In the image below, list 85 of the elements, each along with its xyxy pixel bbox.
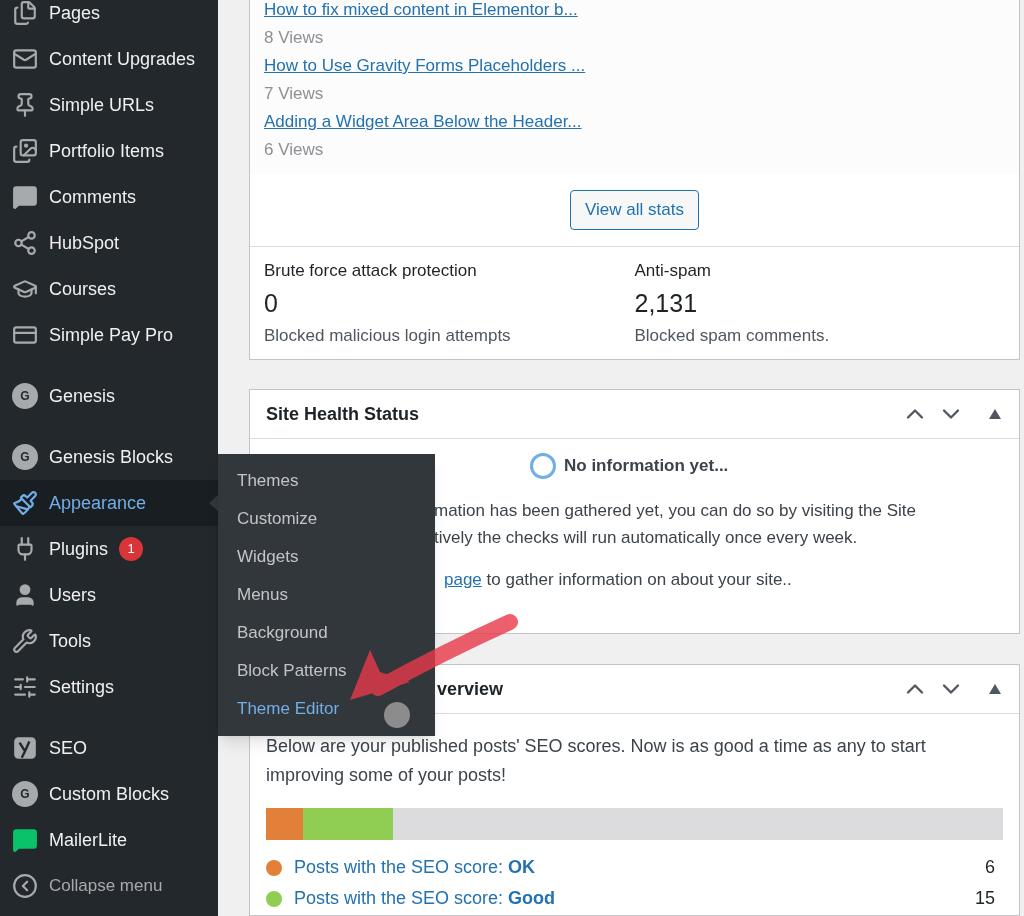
stat-value: 2,131 [634,288,699,319]
sidebar-item[interactable]: Courses [0,266,218,312]
sidebar-item[interactable]: Appearance [0,480,218,526]
sidebar-label: Courses [49,277,117,301]
wrench-icon [12,628,38,654]
sidebar-item[interactable]: G Genesis Blocks [0,434,218,480]
sidebar-label: Tools [49,629,92,653]
post-link[interactable]: Adding a Widget Area Below the Header... [264,108,1005,136]
nodes-icon [12,230,38,256]
sidebar-item[interactable]: G Genesis [0,373,218,419]
sidebar-item[interactable]: Tools [0,618,218,664]
stat-description: Blocked spam comments. [634,325,831,347]
page-link[interactable]: page [444,567,482,593]
sidebar-label: Pages [49,1,101,25]
sidebar-label: Users [49,583,96,607]
paintbrush-icon [12,490,38,516]
sidebar-item[interactable]: Pages [0,0,218,36]
sidebar-label: Content Upgrades [49,47,196,71]
submenu-item[interactable]: Themes [218,462,435,500]
update-count-badge: 1 [119,537,144,561]
stat-label: Anti-spam [634,260,713,282]
sidebar-label: Comments [49,185,137,209]
view-all-stats-button[interactable]: View all stats [570,190,699,230]
paragraph-fragment: mation has been gathered yet, you can do so by visiting the Site [434,500,917,522]
submenu-item[interactable]: Block Patterns [218,652,435,690]
sidebar-label: Custom Blocks [49,782,170,806]
submenu-item[interactable]: Widgets [218,538,435,576]
sidebar-label: Genesis [49,384,116,408]
status-text: No information yet... [564,455,729,478]
sidebar-item[interactable]: Content Upgrades [0,36,218,82]
score-link[interactable]: Posts with the SEO score: OK [294,854,536,881]
sidebar-item[interactable]: Simple Pay Pro [0,312,218,358]
sidebar-label: Plugins [49,537,109,561]
envelope-icon [12,46,38,72]
sidebar-item[interactable]: Plugins 1 [0,526,218,572]
sidebar-item[interactable]: G Custom Blocks [0,771,218,817]
status-ring-icon [530,453,556,479]
sidebar-label: SEO [49,736,87,760]
sidebar-label: MailerLite [49,828,128,852]
collapse-triangle-icon[interactable] [989,684,1001,694]
post-link[interactable]: How to fix mixed content in Elementor b... [264,0,1005,24]
view-count: 7 Views [264,83,325,105]
sidebar-item[interactable]: Users [0,572,218,618]
sidebar-item[interactable]: Portfolio Items [0,128,218,174]
y-logo-icon [12,735,38,761]
sidebar-label: Collapse menu [49,875,163,898]
paragraph-fragment: tively the checks will run automatically once every week. [434,527,859,549]
sliders-icon [12,674,38,700]
sidebar-item[interactable]: Comments [0,174,218,220]
speech-bubble-icon [12,184,38,210]
sidebar-label: Genesis Blocks [49,445,174,469]
images-icon [12,138,38,164]
stat-label: Brute force attack protection [264,260,478,282]
card-title: Site Health Status [266,402,420,426]
submenu-item[interactable]: Background [218,614,435,652]
sidebar-item[interactable]: MailerLite [0,817,218,863]
view-count: 6 Views [264,139,325,161]
collapse-icon [12,873,38,899]
intro-paragraph: Below are your published posts' SEO scores. Now is as good a time as any to start improving some of your posts! [266,735,927,787]
sidebar-label: Settings [49,675,115,699]
sidebar-label: Portfolio Items [49,139,165,163]
sidebar-item[interactable]: Collapse menu [0,863,218,909]
post-link[interactable]: How to Use Gravity Forms Placeholders ... [264,52,1005,80]
submenu-item[interactable]: Menus [218,576,435,614]
sidebar-label: Appearance [49,491,147,515]
view-count: 8 Views [264,27,325,49]
card-title: verview [437,677,504,701]
submenu-item[interactable]: Customize [218,500,435,538]
pages-icon [12,0,38,26]
sidebar-label: HubSpot [49,231,120,255]
sidebar-label: Simple URLs [49,93,155,117]
collapse-triangle-icon[interactable] [989,409,1001,419]
score-link[interactable]: Posts with the SEO score: Good [294,885,556,912]
stat-value: 0 [264,288,279,319]
sidebar-item[interactable]: Simple URLs [0,82,218,128]
speech-bubble-icon [12,827,38,853]
stat-description: Blocked malicious login attempts [264,325,512,347]
sidebar-label: Simple Pay Pro [49,323,174,347]
score-count: 15 [974,887,995,910]
sidebar-item[interactable]: SEO [0,725,218,771]
submenu-item[interactable]: Theme Editor [218,690,435,728]
sidebar-item[interactable]: Settings [0,664,218,710]
paragraph-fragment: to gather information on about your site.. [485,569,792,591]
sidebar-item[interactable]: HubSpot [0,220,218,266]
score-count: 6 [985,856,995,879]
